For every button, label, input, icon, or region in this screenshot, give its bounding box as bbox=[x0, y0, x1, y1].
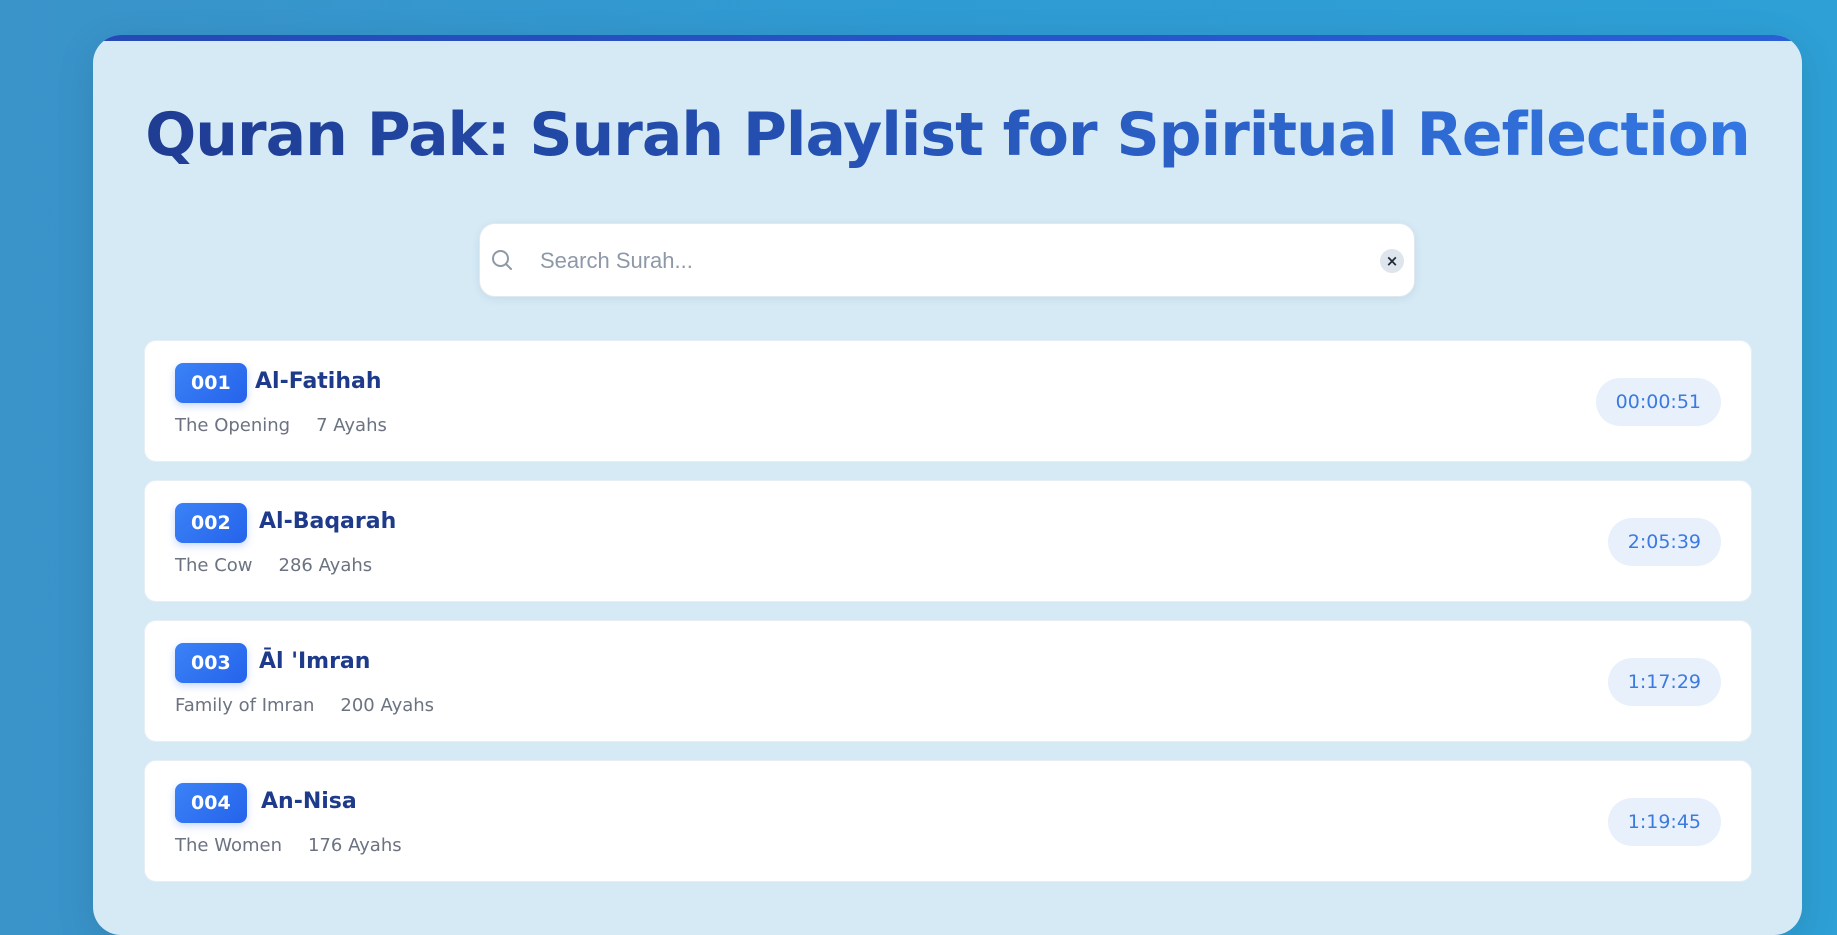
surah-list: 001 Al-Fatihah The Opening 7 Ayahs 00:00:… bbox=[144, 340, 1752, 900]
surah-meta: The Women 176 Ayahs bbox=[175, 833, 402, 859]
list-item[interactable]: 002 Al-Baqarah The Cow 286 Ayahs 2:05:39 bbox=[144, 480, 1752, 602]
search-box: × bbox=[479, 223, 1415, 297]
surah-number-badge: 004 bbox=[175, 783, 247, 823]
surah-meaning: Family of Imran bbox=[175, 695, 315, 716]
surah-number-badge: 002 bbox=[175, 503, 247, 543]
close-icon[interactable]: × bbox=[1380, 249, 1404, 273]
list-item[interactable]: 004 An-Nisa The Women 176 Ayahs 1:19:45 bbox=[144, 760, 1752, 882]
surah-ayah-count: 7 Ayahs bbox=[316, 415, 387, 436]
surah-name: Al-Baqarah bbox=[259, 509, 397, 534]
surah-number-badge: 001 bbox=[175, 363, 247, 403]
playlist-card: Quran Pak: Surah Playlist for Spiritual … bbox=[93, 35, 1802, 935]
surah-meaning: The Cow bbox=[175, 555, 253, 576]
surah-ayah-count: 286 Ayahs bbox=[278, 555, 373, 576]
surah-name: Al-Fatihah bbox=[255, 369, 382, 394]
surah-name: An-Nisa bbox=[261, 789, 357, 814]
duration-badge: 1:17:29 bbox=[1607, 658, 1721, 706]
surah-number-badge: 003 bbox=[175, 643, 247, 683]
list-item[interactable]: 001 Al-Fatihah The Opening 7 Ayahs 00:00:… bbox=[144, 340, 1752, 462]
search-input[interactable] bbox=[538, 238, 1342, 284]
surah-ayah-count: 200 Ayahs bbox=[340, 695, 435, 716]
surah-meta: Family of Imran 200 Ayahs bbox=[175, 693, 434, 719]
search-icon bbox=[490, 248, 514, 272]
surah-ayah-count: 176 Ayahs bbox=[307, 835, 402, 856]
surah-meta: The Opening 7 Ayahs bbox=[175, 413, 387, 439]
list-item[interactable]: 003 Āl 'Imran Family of Imran 200 Ayahs 1… bbox=[144, 620, 1752, 742]
page-title: Quran Pak: Surah Playlist for Spiritual … bbox=[93, 95, 1802, 175]
surah-meaning: The Opening bbox=[175, 415, 291, 436]
duration-badge: 1:19:45 bbox=[1607, 798, 1721, 846]
duration-badge: 2:05:39 bbox=[1607, 518, 1721, 566]
card-accent-bar bbox=[93, 35, 1802, 41]
surah-meaning: The Women bbox=[175, 835, 282, 856]
duration-badge: 00:00:51 bbox=[1595, 378, 1721, 426]
surah-name: Āl 'Imran bbox=[259, 649, 371, 674]
surah-meta: The Cow 286 Ayahs bbox=[175, 553, 372, 579]
